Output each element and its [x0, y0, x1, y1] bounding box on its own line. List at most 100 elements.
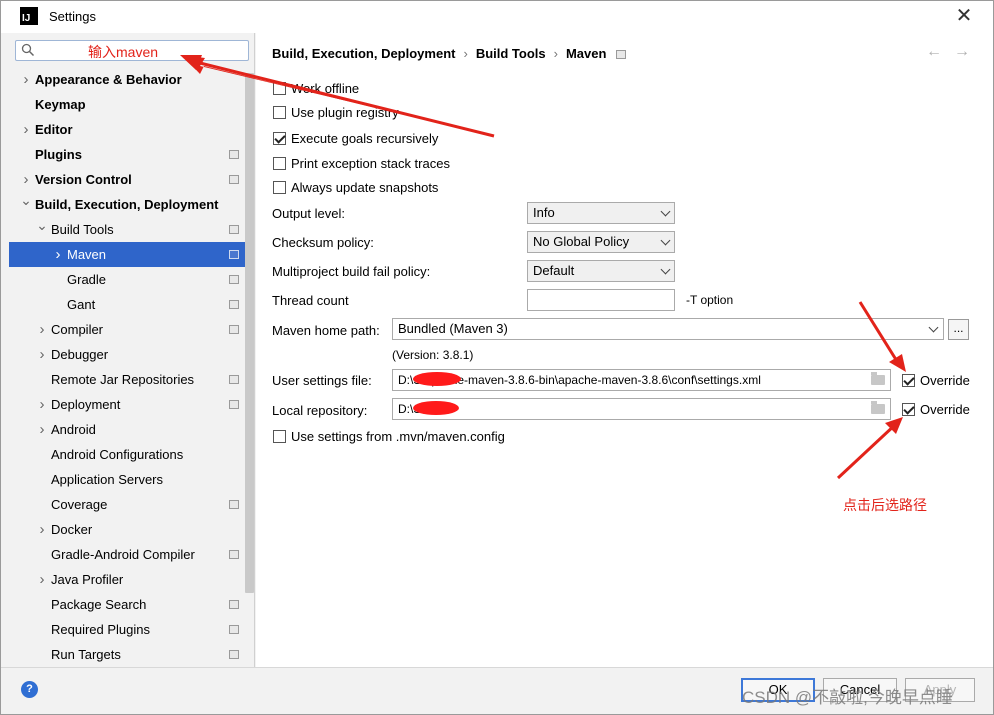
sidebar-item-label: Plugins: [35, 147, 82, 162]
sidebar-item-gradle-android-compiler[interactable]: Gradle-Android Compiler: [9, 542, 245, 567]
sidebar-item-version-control[interactable]: › Version Control: [9, 167, 245, 192]
chevron-right-icon[interactable]: ›: [20, 117, 32, 142]
sidebar-item-deployment[interactable]: › Deployment: [9, 392, 245, 417]
project-level-icon: [229, 150, 239, 159]
close-icon[interactable]: ✕: [953, 5, 975, 27]
sidebar-item-run-targets[interactable]: Run Targets: [9, 642, 245, 667]
chevron-down-icon[interactable]: ⌄: [20, 188, 32, 213]
chevron-right-icon[interactable]: ›: [52, 242, 64, 267]
output-level-select[interactable]: Info: [527, 202, 675, 224]
chevron-right-icon[interactable]: ›: [36, 517, 48, 542]
mvn-config-row[interactable]: Use settings from .mvn/maven.config: [273, 427, 505, 445]
local-repo-override-row[interactable]: Override: [902, 400, 970, 418]
sidebar-item-gant[interactable]: Gant: [9, 292, 245, 317]
sidebar-item-label: Build, Execution, Deployment: [35, 197, 219, 212]
sidebar-item-gradle[interactable]: Gradle: [9, 267, 245, 292]
sidebar-item-label: Android Configurations: [51, 447, 184, 462]
use-plugin-registry-row[interactable]: Use plugin registry: [273, 103, 399, 121]
always-update-snapshots-checkbox[interactable]: [273, 180, 286, 194]
work-offline-row[interactable]: Work offline: [273, 79, 359, 97]
help-button[interactable]: ?: [21, 681, 38, 698]
always-update-snapshots-row[interactable]: Always update snapshots: [273, 178, 438, 196]
sidebar-item-android-configurations[interactable]: Android Configurations: [9, 442, 245, 467]
output-level-label: Output level:: [272, 206, 345, 221]
local-repo-input[interactable]: D:\S\.m2: [392, 398, 891, 420]
sidebar-item-docker[interactable]: › Docker: [9, 517, 245, 542]
chevron-right-icon[interactable]: ›: [36, 567, 48, 592]
project-level-icon: [229, 175, 239, 184]
chevron-right-icon[interactable]: ›: [20, 67, 32, 92]
back-arrow-icon[interactable]: ←: [926, 43, 954, 60]
local-repo-value: D:\S\.m2: [398, 402, 445, 416]
checksum-policy-select[interactable]: No Global Policy: [527, 231, 675, 253]
project-level-icon: [229, 275, 239, 284]
project-level-icon: [229, 625, 239, 634]
breadcrumb-part-build-tools[interactable]: Build Tools: [476, 46, 546, 61]
history-nav: ←→: [926, 43, 982, 61]
fail-policy-select[interactable]: Default: [527, 260, 675, 282]
sidebar-item-label: Editor: [35, 122, 73, 137]
sidebar-item-debugger[interactable]: › Debugger: [9, 342, 245, 367]
sidebar-scrollbar[interactable]: [245, 73, 254, 593]
local-repo-override-label: Override: [920, 401, 970, 417]
work-offline-label: Work offline: [291, 80, 360, 96]
execute-goals-recursively-row[interactable]: Execute goals recursively: [273, 129, 438, 147]
chevron-right-icon[interactable]: ›: [36, 342, 48, 367]
print-exception-checkbox[interactable]: [273, 156, 286, 170]
chevron-down-icon[interactable]: ⌄: [36, 213, 48, 238]
chevron-down-icon: [660, 264, 671, 275]
sidebar-item-label: Compiler: [51, 322, 104, 337]
project-level-icon: [229, 325, 239, 334]
sidebar-item-android[interactable]: › Android: [9, 417, 245, 442]
use-plugin-registry-checkbox[interactable]: [273, 105, 286, 119]
breadcrumb-separator: ›: [553, 46, 558, 61]
user-settings-override-row[interactable]: Override: [902, 371, 970, 389]
sidebar-item-required-plugins[interactable]: Required Plugins: [9, 617, 245, 642]
sidebar-item-build-tools[interactable]: ⌄ Build Tools: [9, 217, 245, 242]
thread-count-input[interactable]: [527, 289, 675, 311]
user-settings-override-checkbox[interactable]: [902, 373, 915, 387]
folder-icon[interactable]: [871, 401, 885, 414]
local-repo-override-checkbox[interactable]: [902, 402, 915, 416]
sidebar-item-editor[interactable]: › Editor: [9, 117, 245, 142]
sidebar-item-java-profiler[interactable]: › Java Profiler: [9, 567, 245, 592]
sidebar-item-label: Gradle-Android Compiler: [51, 547, 195, 562]
sidebar-item-keymap[interactable]: Keymap: [9, 92, 245, 117]
chevron-right-icon[interactable]: ›: [36, 417, 48, 442]
mvn-config-checkbox[interactable]: [273, 429, 286, 443]
sidebar-item-application-servers[interactable]: Application Servers: [9, 467, 245, 492]
user-settings-value: D:\S\apache-maven-3.8.6-bin\apache-maven…: [398, 373, 761, 387]
execute-goals-recursively-label: Execute goals recursively: [291, 130, 439, 146]
forward-arrow-icon[interactable]: →: [954, 43, 982, 60]
sidebar-item-label: Version Control: [35, 172, 132, 187]
title-bar: IJ Settings ✕: [1, 1, 993, 33]
csdn-watermark: CSDN @不敲啦,今晚早点睡: [742, 688, 953, 707]
sidebar-item-label: Build Tools: [51, 222, 114, 237]
sidebar-item-package-search[interactable]: Package Search: [9, 592, 245, 617]
project-level-icon: [229, 650, 239, 659]
sidebar-item-label: Remote Jar Repositories: [51, 372, 195, 387]
breadcrumb-separator: ›: [463, 46, 468, 61]
sidebar-item-maven[interactable]: › Maven: [9, 242, 245, 267]
search-annotation-text: 输入maven: [88, 44, 159, 60]
project-level-icon: [229, 400, 239, 409]
folder-icon[interactable]: [871, 372, 885, 385]
project-level-icon: [616, 50, 627, 59]
user-settings-input[interactable]: D:\S\apache-maven-3.8.6-bin\apache-maven…: [392, 369, 891, 391]
sidebar-item-appearance-behavior[interactable]: › Appearance & Behavior: [9, 67, 245, 92]
chevron-right-icon[interactable]: ›: [36, 317, 48, 342]
sidebar-item-remote-jar-repositories[interactable]: Remote Jar Repositories: [9, 367, 245, 392]
maven-home-select[interactable]: Bundled (Maven 3): [392, 318, 944, 340]
sidebar-item-plugins[interactable]: Plugins: [9, 142, 245, 167]
maven-settings-panel: Build, Execution, Deployment › Build Tools…: [256, 33, 993, 667]
print-exception-row[interactable]: Print exception stack traces: [273, 154, 450, 172]
project-level-icon: [229, 250, 239, 259]
sidebar-item-compiler[interactable]: › Compiler: [9, 317, 245, 342]
chevron-down-icon: [928, 322, 939, 333]
chevron-right-icon[interactable]: ›: [36, 392, 48, 417]
sidebar-item-coverage[interactable]: Coverage: [9, 492, 245, 517]
breadcrumb-part-build[interactable]: Build, Execution, Deployment: [272, 46, 455, 61]
work-offline-checkbox[interactable]: [273, 81, 286, 95]
execute-goals-recursively-checkbox[interactable]: [273, 131, 286, 145]
browse-maven-home-button[interactable]: ...: [948, 319, 969, 340]
